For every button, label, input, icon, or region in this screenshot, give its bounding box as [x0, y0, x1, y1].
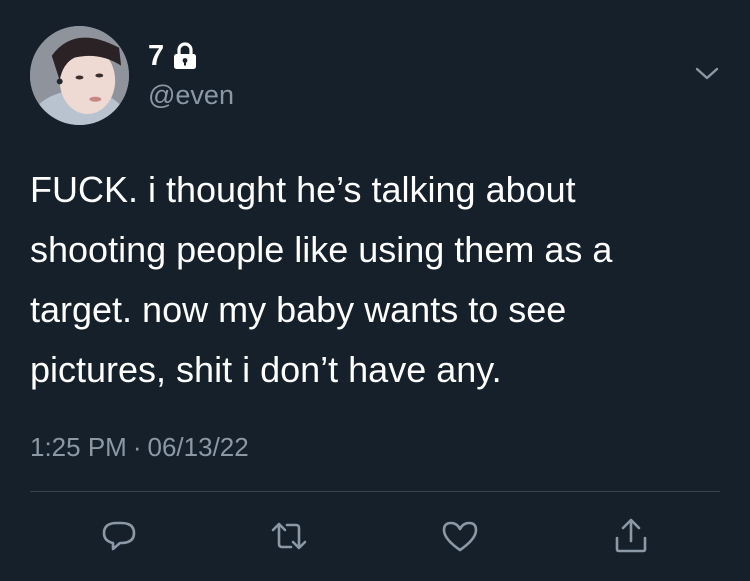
author-row: 7: [148, 40, 198, 72]
divider: [30, 491, 720, 492]
retweet-button[interactable]: [267, 514, 311, 558]
reply-icon: [102, 521, 136, 551]
reply-button[interactable]: [97, 514, 141, 558]
meta-separator: ·: [132, 432, 142, 462]
avatar-photo: [30, 26, 129, 125]
action-bar: [0, 514, 750, 564]
tweet-text: FUCK. i thought he’s talking about shoot…: [30, 169, 613, 390]
retweet-icon: [271, 522, 307, 550]
like-button[interactable]: [438, 514, 482, 558]
avatar[interactable]: [30, 26, 129, 125]
share-button[interactable]: [609, 514, 653, 558]
tweet-card: 7 @even FUCK. i thought he’s talking abo…: [0, 0, 750, 581]
heart-icon: [442, 521, 478, 552]
username-handle[interactable]: @even: [148, 80, 234, 110]
tweet-time: 1:25 PM: [30, 432, 127, 462]
tweet-date: 06/13/22: [147, 432, 249, 462]
lock-icon: [174, 42, 197, 69]
tweet-timestamp[interactable]: 1:25 PM · 06/13/22: [30, 432, 249, 462]
share-icon: [615, 518, 647, 553]
chevron-down-icon[interactable]: [692, 62, 722, 86]
display-name[interactable]: 7: [148, 40, 164, 72]
